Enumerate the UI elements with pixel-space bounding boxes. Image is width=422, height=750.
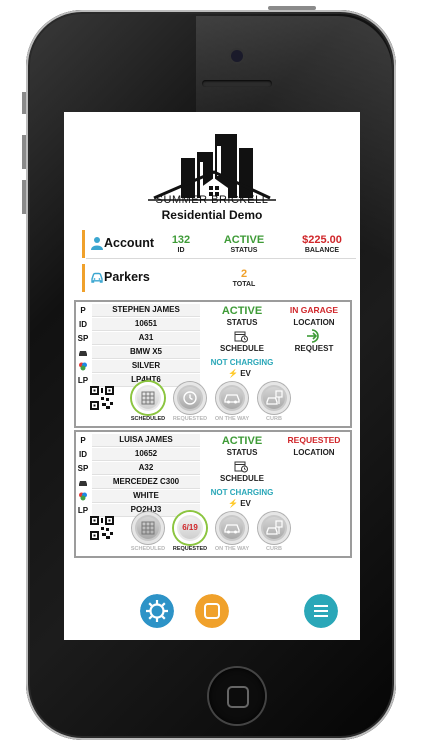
card-row-id: ID 10652 — [76, 448, 200, 461]
ev-indicator: ⚡ EV — [228, 499, 251, 508]
ev-indicator: ⚡ EV — [228, 369, 251, 378]
step-requested-button[interactable]: 6/19 — [174, 512, 206, 544]
card-status-label: STATUS — [226, 318, 258, 327]
card-status-value: ACTIVE — [221, 305, 263, 317]
step-scheduled-button[interactable] — [132, 382, 164, 414]
front-camera — [231, 50, 243, 62]
step-label: SCHEDULED — [130, 416, 166, 422]
parkers-row[interactable]: Parkers 2 TOTAL — [82, 264, 360, 292]
parker-card-stephen[interactable]: P STEPHEN JAMES ID 10651 SP A31 BMW X5 SILV… — [74, 300, 352, 428]
step-on-the-way-button[interactable] — [216, 382, 248, 414]
menu-icon[interactable] — [304, 594, 338, 628]
step-label: REQUESTED — [172, 416, 208, 422]
bolt-icon: ⚡ — [228, 369, 238, 378]
parker-card-luisa[interactable]: P LUISA JAMES ID 10652 SP A32 MERCEDEZ C300… — [74, 430, 352, 558]
bolt-icon: ⚡ — [228, 499, 238, 508]
step-label: REQUESTED — [172, 546, 208, 552]
request-icon[interactable] — [306, 328, 322, 344]
step-label: CURB — [266, 546, 282, 552]
settings-gear-icon[interactable] — [140, 594, 174, 628]
card-location-value: REQUESTED — [287, 435, 341, 445]
step-on-the-way-button[interactable] — [216, 512, 248, 544]
app-screen: SUMMER BRICKELL Residential Demo Account… — [64, 112, 360, 640]
card-location-label: LOCATION — [293, 448, 335, 457]
account-status: ACTIVE STATUS — [223, 234, 265, 254]
user-icon — [91, 237, 103, 250]
card-row-car: MERCEDEZ C300 — [76, 476, 200, 489]
card-row-car: BMW X5 — [76, 346, 200, 359]
mute-switch[interactable] — [22, 92, 26, 114]
schedule-button[interactable]: SCHEDULE — [206, 474, 278, 483]
color-palette-icon — [79, 492, 87, 501]
car-model-icon — [79, 351, 87, 356]
schedule-button[interactable]: SCHEDULE — [206, 344, 278, 353]
clock-icon — [183, 391, 197, 405]
step-label: ON THE WAY — [214, 546, 250, 552]
account-id: 132 ID — [171, 234, 191, 254]
qr-code-icon[interactable] — [90, 386, 114, 410]
home-square-icon[interactable] — [195, 594, 229, 628]
home-button[interactable] — [209, 668, 265, 724]
parkers-accent-bar — [82, 264, 85, 292]
step-label: CURB — [266, 416, 282, 422]
parkers-label: Parkers — [104, 270, 150, 284]
moving-car-icon — [224, 524, 240, 534]
step-curb-button[interactable] — [258, 382, 290, 414]
calendar-icon[interactable] — [234, 330, 248, 343]
card-row-parker: P LUISA JAMES — [76, 434, 200, 447]
account-row[interactable]: Account 132 ID ACTIVE STATUS $225.00 BAL… — [82, 230, 360, 258]
card-row-id: ID 10651 — [76, 318, 200, 331]
moving-car-icon — [224, 394, 240, 404]
request-date: 6/19 — [182, 523, 198, 532]
earpiece-speaker — [202, 80, 272, 87]
volume-down-button[interactable] — [22, 180, 26, 214]
card-location-label: LOCATION — [293, 318, 335, 327]
volume-up-button[interactable] — [22, 135, 26, 169]
account-balance: $225.00 BALANCE — [302, 234, 342, 254]
car-model-icon — [79, 481, 87, 486]
card-row-space: SP A32 — [76, 462, 200, 475]
charge-status: NOT CHARGING — [210, 488, 274, 497]
power-button[interactable] — [268, 6, 316, 10]
qr-code-icon[interactable] — [90, 516, 114, 540]
car-icon — [91, 272, 103, 283]
card-row-parker: P STEPHEN JAMES — [76, 304, 200, 317]
parkers-total: 2 TOTAL — [232, 268, 256, 288]
color-palette-icon — [79, 362, 87, 371]
account-label: Account — [104, 236, 154, 250]
grid-calendar-icon — [141, 391, 155, 405]
card-row-space: SP A31 — [76, 332, 200, 345]
card-row-color: SILVER — [76, 360, 200, 373]
card-row-color: WHITE — [76, 490, 200, 503]
step-curb-button[interactable] — [258, 512, 290, 544]
brand-subtitle: Residential Demo — [161, 208, 263, 222]
step-requested-button[interactable] — [174, 382, 206, 414]
step-label: ON THE WAY — [214, 416, 250, 422]
parked-car-icon — [266, 520, 283, 535]
card-status-label: STATUS — [226, 448, 258, 457]
calendar-icon[interactable] — [234, 460, 248, 473]
brand-name: SUMMER BRICKELL — [155, 194, 269, 206]
divider — [86, 258, 356, 259]
step-scheduled-button[interactable] — [132, 512, 164, 544]
card-status-value: ACTIVE — [221, 435, 263, 447]
charge-status: NOT CHARGING — [210, 358, 274, 367]
grid-calendar-icon — [141, 521, 155, 535]
account-accent-bar — [82, 230, 85, 258]
parked-car-icon — [266, 390, 283, 405]
card-location-value: IN GARAGE — [289, 305, 339, 315]
request-button[interactable]: REQUEST — [282, 344, 346, 353]
step-label: SCHEDULED — [130, 546, 166, 552]
